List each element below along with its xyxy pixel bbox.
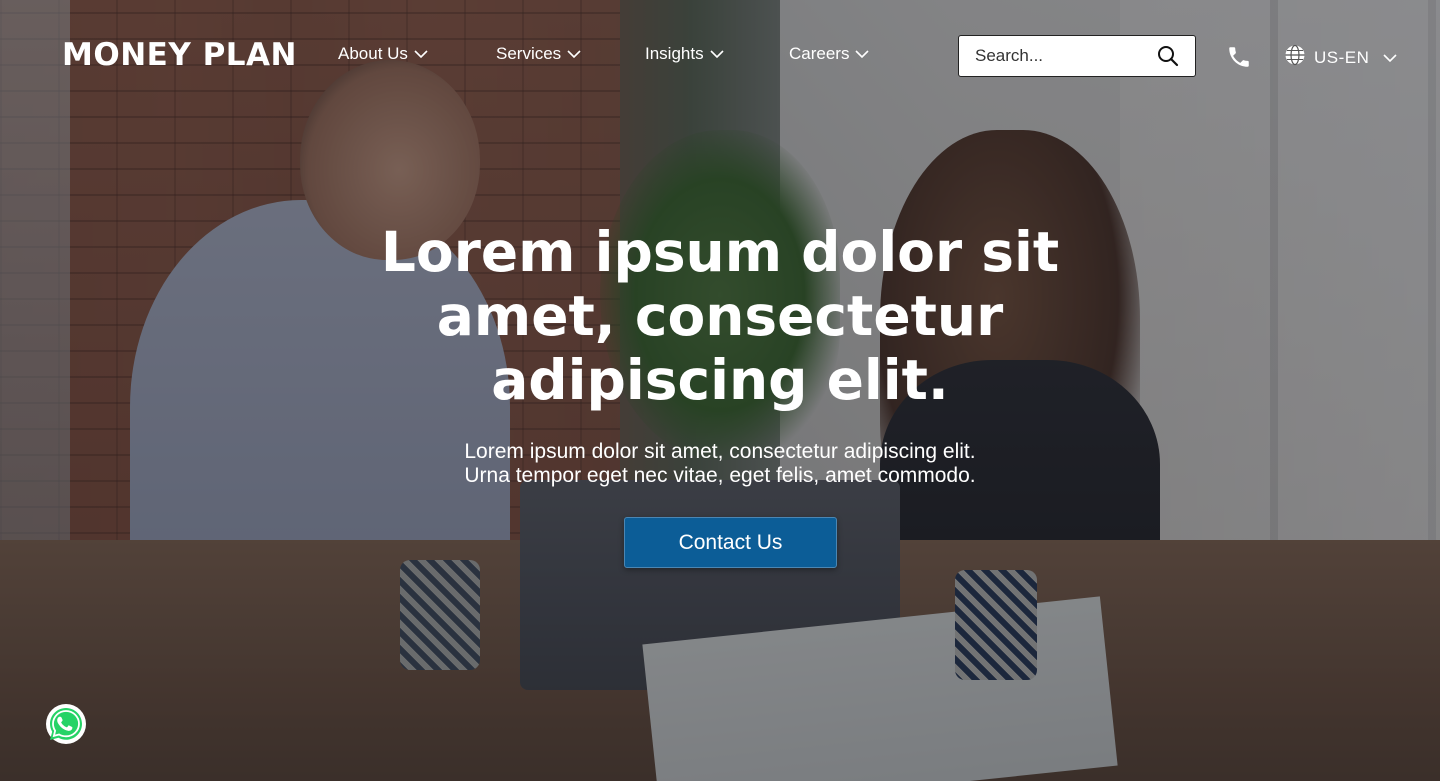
nav-item-label: Insights	[645, 44, 704, 63]
chevron-down-icon	[1383, 51, 1397, 65]
language-label: US-EN	[1314, 47, 1370, 67]
hero-subtitle: Lorem ipsum dolor sit amet, consectetur …	[370, 440, 1070, 488]
language-selector[interactable]: US-EN	[1284, 44, 1397, 71]
search-input[interactable]	[959, 36, 1144, 76]
hero-title: Lorem ipsum dolor sit amet, consectetur …	[370, 220, 1070, 412]
chevron-down-icon	[855, 47, 870, 61]
nav-item-label: Services	[496, 44, 562, 63]
chevron-down-icon	[414, 47, 428, 61]
hero-subtitle-line: Urna tempor eget nec vitae, eget felis, …	[464, 464, 976, 487]
nav-item-careers[interactable]: Careers	[789, 44, 870, 64]
hero-section: MONEY PLAN About Us Services Insights Ca…	[0, 0, 1440, 781]
phone-icon[interactable]	[1226, 44, 1252, 70]
search-box	[958, 35, 1196, 77]
nav-item-about-us[interactable]: About Us	[338, 44, 428, 64]
logo[interactable]: MONEY PLAN	[62, 37, 297, 73]
globe-icon	[1284, 44, 1306, 71]
nav-item-services[interactable]: Services	[496, 44, 581, 64]
nav-item-label: Careers	[789, 44, 850, 63]
chevron-down-icon	[567, 47, 581, 61]
hero-subtitle-line: Lorem ipsum dolor sit amet, consectetur …	[464, 440, 976, 463]
site-header: MONEY PLAN About Us Services Insights Ca…	[0, 0, 1440, 110]
search-icon[interactable]	[1157, 45, 1179, 67]
contact-us-button[interactable]: Contact Us	[624, 517, 837, 568]
hero-title-line: amet, consectetur	[436, 284, 1004, 348]
hero-title-line: Lorem ipsum dolor sit	[380, 220, 1060, 284]
nav-item-label: About Us	[338, 44, 408, 63]
nav-item-insights[interactable]: Insights	[645, 44, 724, 64]
chevron-down-icon	[710, 47, 724, 61]
hero-title-line: adipiscing elit.	[491, 348, 949, 412]
whatsapp-icon[interactable]	[44, 702, 88, 746]
